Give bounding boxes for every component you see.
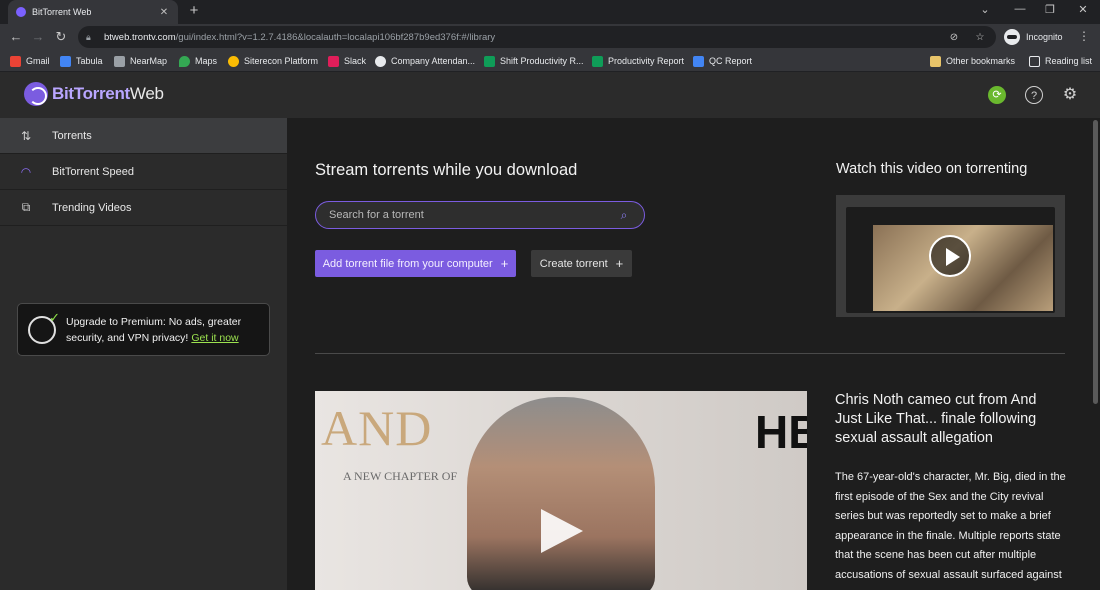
tab-title: BitTorrent Web	[32, 7, 92, 17]
globe-icon	[375, 55, 386, 67]
main-content: Stream torrents while you download ⌕ Add…	[287, 118, 1090, 590]
play-video-icon: ⧉	[21, 200, 31, 214]
premium-shield-icon	[28, 310, 60, 344]
play-triangle-icon[interactable]	[541, 509, 583, 553]
tab-close-icon[interactable]: ✕	[158, 7, 170, 18]
forward-icon[interactable]: →	[30, 29, 46, 45]
bittorrent-logo-icon	[24, 82, 48, 106]
bookmark-gmail[interactable]: Gmail	[10, 54, 50, 68]
search-input[interactable]	[329, 209, 617, 221]
connection-status-icon[interactable]: ⟳	[988, 86, 1006, 104]
bookmark-productivity-report[interactable]: Productivity Report	[592, 54, 684, 68]
app-header: BitTorrentWeb ⟳ ? ⚙	[0, 72, 1100, 118]
lock-icon: 🔒︎	[86, 31, 91, 42]
browser-tab-strip: BitTorrent Web ✕ + ⌄ — ❐ ✕	[0, 0, 1100, 24]
gmail-icon	[10, 55, 21, 67]
folder-icon	[930, 55, 941, 67]
browser-toolbar: ← → ↻ 🔒︎ btweb.trontv.com/gui/index.html…	[0, 24, 1100, 50]
news-image-subtext: A NEW CHAPTER OF	[343, 469, 458, 483]
bookmark-star-icon[interactable]: ☆	[972, 32, 988, 43]
other-bookmarks[interactable]: Other bookmarks	[930, 54, 1015, 68]
incognito-icon	[1004, 29, 1020, 45]
bookmark-company-attendance[interactable]: Company Attendan...	[375, 54, 475, 68]
nearmap-icon	[114, 55, 125, 67]
news-headline[interactable]: Chris Noth cameo cut from And Just Like …	[835, 391, 1065, 448]
bookmark-shift-productivity[interactable]: Shift Productivity R...	[484, 54, 584, 68]
stream-heading: Stream torrents while you download	[315, 161, 578, 179]
close-window-icon[interactable]: ✕	[1073, 3, 1093, 16]
bookmark-slack[interactable]: Slack	[328, 54, 366, 68]
news-video-thumbnail[interactable]: AND A NEW CHAPTER OF HB	[315, 391, 807, 590]
tabula-icon	[60, 55, 71, 67]
docs-icon	[693, 55, 704, 67]
plus-icon: +	[615, 256, 624, 271]
sidebar-item-bittorrent-speed[interactable]: ◠ BitTorrent Speed	[0, 154, 287, 190]
speed-gauge-icon: ◠	[20, 164, 32, 179]
section-divider	[315, 353, 1065, 354]
play-button-icon[interactable]	[929, 235, 971, 277]
sidebar-item-label: BitTorrent Speed	[52, 165, 134, 178]
logo-text-bold: BitTorrent	[52, 84, 130, 103]
browser-tab[interactable]: BitTorrent Web ✕	[8, 0, 178, 24]
sheets-icon	[484, 55, 495, 67]
news-image-text: AND	[321, 400, 433, 456]
bookmark-siterecon[interactable]: Siterecon Platform	[228, 54, 318, 68]
sidebar-item-torrents[interactable]: ⇅ Torrents	[0, 118, 287, 154]
news-image-logo: HB	[755, 406, 807, 458]
bookmark-qc-report[interactable]: QC Report	[693, 54, 752, 68]
torrent-search-bar[interactable]: ⌕	[315, 201, 645, 229]
sheets-icon	[592, 55, 603, 67]
bittorrent-web-logo[interactable]: BitTorrentWeb	[24, 82, 164, 106]
video-heading: Watch this video on torrenting	[836, 161, 1028, 177]
incognito-eye-off-icon[interactable]: ⊘	[946, 32, 962, 43]
bookmarks-bar: Gmail Tabula NearMap Maps Siterecon Plat…	[0, 50, 1100, 72]
bookmark-maps[interactable]: Maps	[179, 54, 217, 68]
sidebar: ⇅ Torrents ◠ BitTorrent Speed ⧉ Trending…	[0, 118, 287, 590]
incognito-badge[interactable]: Incognito	[1004, 27, 1063, 47]
browser-menu-icon[interactable]: ⋮	[1078, 29, 1090, 43]
siterecon-icon	[228, 55, 239, 67]
help-icon[interactable]: ?	[1025, 86, 1043, 104]
reading-list-icon	[1029, 55, 1040, 67]
back-icon[interactable]: ←	[8, 29, 24, 45]
reading-list[interactable]: Reading list	[1029, 54, 1092, 68]
bookmark-tabula[interactable]: Tabula	[60, 54, 103, 68]
plus-icon: +	[500, 256, 509, 271]
restore-icon[interactable]: ❐	[1040, 3, 1060, 16]
search-icon[interactable]: ⌕	[617, 208, 631, 223]
url-text[interactable]: btweb.trontv.com/gui/index.html?v=1.2.7.…	[104, 32, 936, 43]
news-body: The 67-year-old's character, Mr. Big, di…	[835, 471, 1066, 581]
bittorrent-favicon-icon	[16, 7, 26, 17]
scrollbar-thumb[interactable]	[1093, 120, 1098, 404]
tab-search-icon[interactable]: ⌄	[975, 3, 995, 16]
add-torrent-file-button[interactable]: Add torrent file from your computer +	[315, 250, 516, 277]
news-person-photo	[467, 397, 655, 590]
tutorial-video-thumbnail[interactable]	[836, 195, 1065, 317]
logo-text-light: Web	[129, 84, 164, 103]
bookmark-nearmap[interactable]: NearMap	[114, 54, 167, 68]
create-torrent-button[interactable]: Create torrent +	[531, 250, 632, 277]
sidebar-item-label: Torrents	[52, 129, 92, 142]
maps-pin-icon	[179, 55, 190, 67]
address-bar[interactable]: 🔒︎ btweb.trontv.com/gui/index.html?v=1.2…	[78, 26, 996, 48]
premium-promo-card: Upgrade to Premium: No ads, greater secu…	[17, 303, 270, 356]
incognito-label: Incognito	[1026, 32, 1063, 42]
sidebar-item-trending-videos[interactable]: ⧉ Trending Videos	[0, 190, 287, 226]
arrows-updown-icon: ⇅	[20, 128, 32, 143]
reload-icon[interactable]: ↻	[53, 29, 69, 45]
settings-gear-icon[interactable]: ⚙	[1061, 86, 1079, 104]
new-tab-button[interactable]: +	[186, 3, 202, 19]
slack-icon	[328, 55, 339, 67]
minimize-icon[interactable]: —	[1010, 3, 1030, 15]
sidebar-item-label: Trending Videos	[52, 201, 132, 214]
get-it-now-link[interactable]: Get it now	[191, 332, 238, 344]
